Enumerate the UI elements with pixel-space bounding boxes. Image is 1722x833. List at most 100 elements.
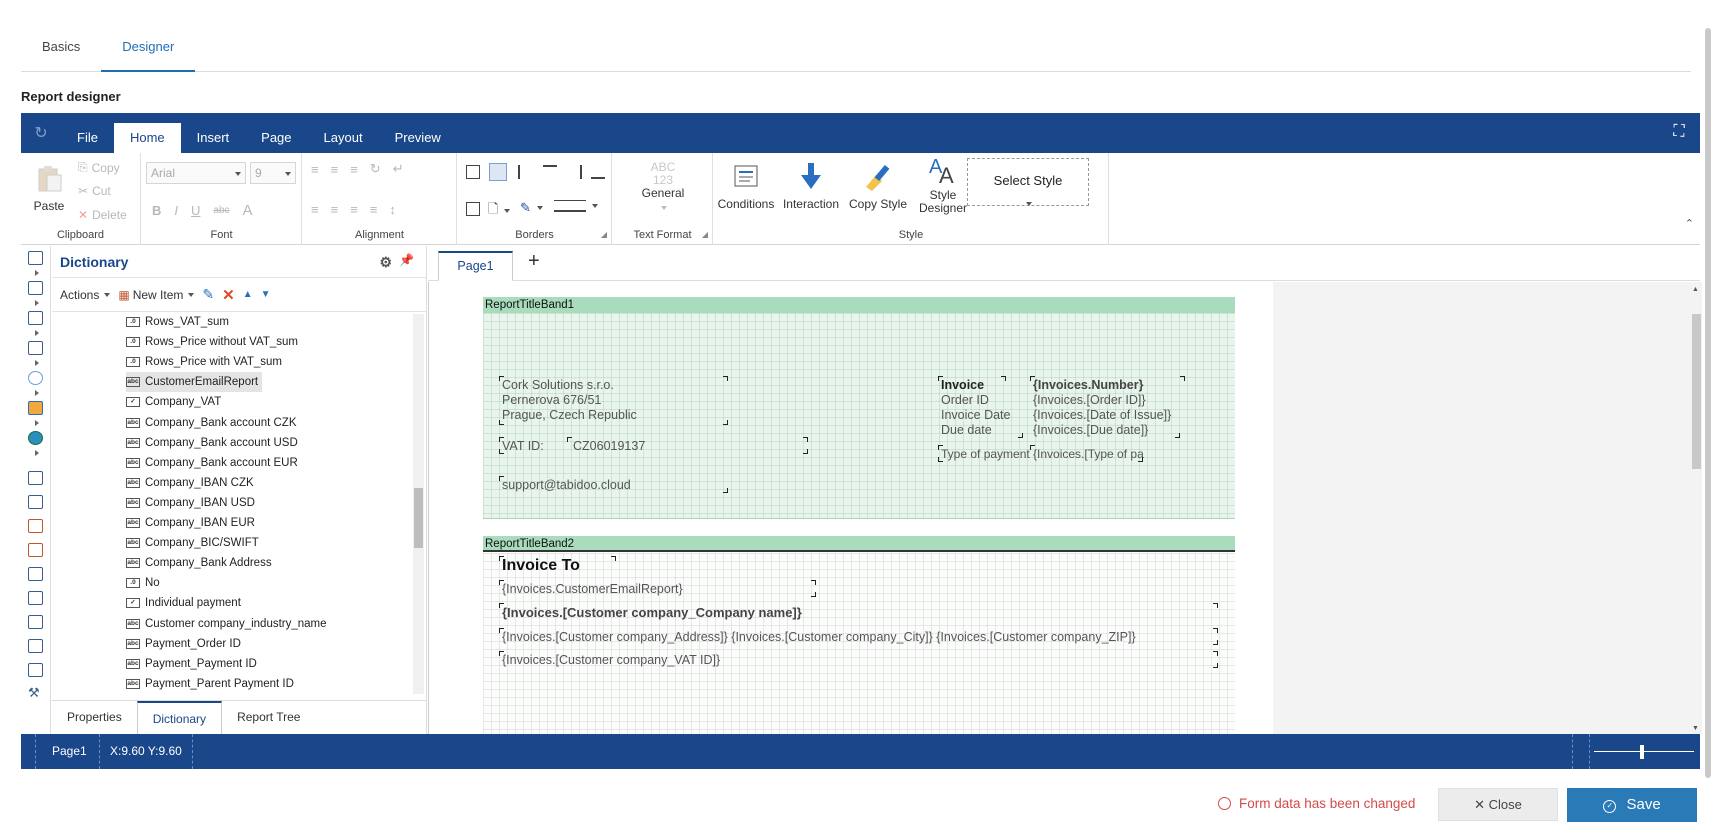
border-top-icon[interactable] bbox=[543, 165, 557, 179]
table-of-contents-icon[interactable] bbox=[28, 639, 43, 653]
due-date-label[interactable]: Due date bbox=[938, 423, 992, 438]
image-icon[interactable] bbox=[28, 543, 43, 557]
move-up-icon[interactable]: ▲ bbox=[243, 289, 253, 300]
dictionary-item[interactable]: abc Company_IBAN USD bbox=[126, 493, 255, 513]
report-band-icon[interactable] bbox=[28, 251, 43, 265]
dictionary-item[interactable]: abc Customer company_industry_name bbox=[126, 614, 327, 634]
line-spacing-icon[interactable]: ↕ bbox=[389, 202, 396, 217]
redo-icon[interactable]: ↻ bbox=[21, 113, 61, 153]
canvas-scroll-thumb[interactable] bbox=[1692, 314, 1701, 469]
align-middle-icon[interactable]: ≡ bbox=[331, 162, 339, 177]
dictionary-item[interactable]: .0 No bbox=[126, 573, 160, 593]
bold-button[interactable]: B bbox=[152, 203, 161, 218]
border-none-icon[interactable] bbox=[489, 163, 507, 181]
cross-band-icon[interactable] bbox=[28, 311, 43, 325]
date-of-issue-field[interactable]: {Invoices.[Date of Issue]} bbox=[1030, 408, 1171, 423]
scroll-down-icon[interactable]: ▼ bbox=[1692, 725, 1699, 732]
ribbon-tab-insert[interactable]: Insert bbox=[181, 123, 246, 153]
close-button[interactable]: ✕ Close bbox=[1438, 788, 1558, 821]
copy-style-button[interactable]: Copy Style bbox=[844, 161, 912, 211]
fill-color-button[interactable]: 🗋 bbox=[488, 200, 511, 222]
invoice-date-label[interactable]: Invoice Date bbox=[938, 408, 1010, 423]
email-value[interactable]: support@tabidoo.cloud bbox=[499, 478, 631, 493]
dictionary-scroll-thumb[interactable] bbox=[414, 488, 423, 548]
save-button[interactable]: ✓ Save bbox=[1567, 788, 1697, 822]
type-of-payment-field[interactable]: {Invoices.[Type of pa bbox=[1030, 447, 1144, 462]
customer-email-field[interactable]: {Invoices.CustomerEmailReport} bbox=[499, 582, 683, 597]
underline-button[interactable]: U bbox=[191, 203, 200, 218]
customer-vat-id-field[interactable]: {Invoices.[Customer company_VAT ID]} bbox=[499, 653, 720, 668]
dictionary-scrollbar[interactable] bbox=[413, 314, 424, 694]
vat-label[interactable]: VAT ID: bbox=[499, 439, 544, 454]
dictionary-item[interactable]: abc Company_BIC/SWIFT bbox=[126, 533, 259, 553]
ribbon-tab-page[interactable]: Page bbox=[245, 123, 307, 153]
border-left-icon[interactable] bbox=[518, 165, 532, 179]
delete-icon[interactable]: ✕ bbox=[222, 286, 235, 304]
border-all-icon[interactable] bbox=[466, 165, 480, 179]
text-format-launcher-icon[interactable]: ◢ bbox=[702, 230, 708, 239]
invoice-label[interactable]: Invoice bbox=[938, 378, 984, 393]
style-designer-button[interactable]: AA Style Designer bbox=[912, 153, 974, 215]
tab-designer[interactable]: Designer bbox=[101, 30, 196, 72]
border-bottom-icon[interactable] bbox=[591, 165, 605, 179]
align-bottom-icon[interactable]: ≡ bbox=[350, 162, 358, 177]
tools-icon[interactable]: ⚒ bbox=[28, 686, 43, 701]
dictionary-item[interactable]: .0 Rows_Price without VAT_sum bbox=[126, 332, 298, 352]
align-center-icon[interactable]: ≡ bbox=[331, 202, 339, 217]
font-family-select[interactable]: Arial bbox=[146, 162, 246, 184]
new-item-menu[interactable]: ▦ New Item bbox=[118, 288, 195, 302]
dictionary-item[interactable]: abc Company_IBAN EUR bbox=[126, 513, 255, 533]
tab-page1[interactable]: Page1 bbox=[438, 251, 513, 281]
actions-menu[interactable]: Actions bbox=[60, 288, 111, 302]
dictionary-item[interactable]: abc Company_Bank account CZK bbox=[126, 413, 297, 433]
gear-icon[interactable]: ⚙ bbox=[379, 254, 392, 271]
rich-text-icon[interactable] bbox=[28, 495, 43, 509]
report-title-band2-header[interactable]: ReportTitleBand2 bbox=[483, 536, 1235, 552]
type-of-payment-label[interactable]: Type of payment bbox=[938, 447, 1030, 462]
dictionary-item[interactable]: abc CustomerEmailReport bbox=[126, 372, 263, 393]
report-title-band1[interactable]: Cork Solutions s.r.o. Pernerova 676/51 P… bbox=[483, 313, 1235, 518]
shapes-icon[interactable] bbox=[28, 371, 43, 385]
tab-dictionary[interactable]: Dictionary bbox=[136, 701, 223, 734]
ribbon-tab-preview[interactable]: Preview bbox=[379, 123, 457, 153]
border-settings-icon[interactable] bbox=[466, 202, 480, 216]
edit-icon[interactable]: ✎ bbox=[202, 286, 214, 303]
border-style-button[interactable] bbox=[554, 200, 598, 212]
invoice-to-heading[interactable]: Invoice To bbox=[499, 558, 580, 574]
tab-properties[interactable]: Properties bbox=[52, 701, 137, 734]
table-icon[interactable] bbox=[28, 341, 43, 355]
zoom-slider-thumb[interactable] bbox=[1640, 745, 1644, 759]
dictionary-item[interactable]: .0 Rows_Price with VAT_sum bbox=[126, 352, 282, 372]
map-icon[interactable] bbox=[28, 431, 43, 445]
canvas-scrollbar[interactable]: ▲ ▼ bbox=[1690, 282, 1702, 734]
font-size-select[interactable]: 9 bbox=[250, 162, 296, 184]
page-scrollbar[interactable] bbox=[1703, 20, 1713, 790]
dictionary-item[interactable]: abc Payment_Order ID bbox=[126, 634, 241, 654]
font-color-button[interactable]: A bbox=[243, 202, 253, 219]
italic-button[interactable]: I bbox=[174, 203, 178, 218]
report-title-band2[interactable]: Invoice To {Invoices.CustomerEmailReport… bbox=[483, 553, 1235, 734]
text-format-button[interactable]: ABC 123 General bbox=[635, 161, 691, 213]
report-title-band1-header[interactable]: ReportTitleBand1 bbox=[483, 297, 1235, 313]
dictionary-item[interactable]: abc Company_Bank account EUR bbox=[126, 453, 298, 473]
dictionary-item[interactable]: abc Company_Bank account USD bbox=[126, 433, 298, 453]
due-date-field[interactable]: {Invoices.[Due date]} bbox=[1030, 423, 1148, 438]
align-right-icon[interactable]: ≡ bbox=[350, 202, 358, 217]
ribbon-tab-layout[interactable]: Layout bbox=[308, 123, 379, 153]
order-id-field[interactable]: {Invoices.[Order ID]} bbox=[1030, 393, 1146, 408]
data-band-icon[interactable] bbox=[28, 281, 43, 295]
align-justify-icon[interactable]: ≡ bbox=[370, 202, 378, 217]
copy-button[interactable]: ⎘ Copy bbox=[78, 160, 120, 175]
border-color-button[interactable]: ✎ bbox=[520, 200, 543, 216]
ribbon-tab-file[interactable]: File bbox=[61, 123, 114, 153]
rotate-text-icon[interactable]: ↻ bbox=[370, 161, 381, 177]
invoice-number-field[interactable]: {Invoices.Number} bbox=[1030, 378, 1143, 393]
dictionary-item[interactable]: abc Company_IBAN CZK bbox=[126, 473, 254, 493]
dictionary-item[interactable]: ✓ Individual payment bbox=[126, 593, 241, 613]
align-left-icon[interactable]: ≡ bbox=[311, 202, 319, 217]
fullscreen-icon[interactable]: ⛶ bbox=[1670, 123, 1688, 141]
ribbon-tab-home[interactable]: Home bbox=[113, 123, 181, 153]
text-in-cells-icon[interactable] bbox=[28, 519, 43, 533]
scroll-up-icon[interactable]: ▲ bbox=[1692, 286, 1699, 293]
page-scroll-thumb[interactable] bbox=[1705, 28, 1711, 778]
